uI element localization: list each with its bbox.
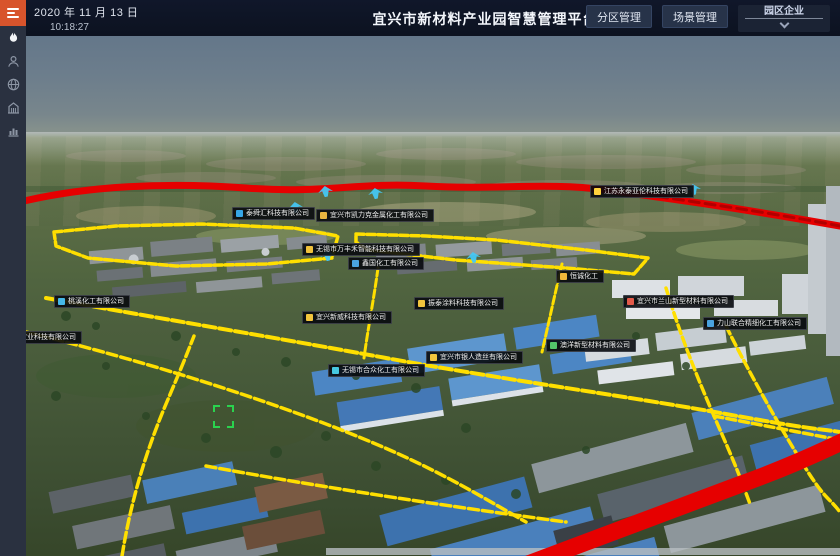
company-marker-icon — [332, 367, 339, 374]
company-label[interactable]: 宜兴市兰山新型材料有限公司 — [623, 295, 734, 308]
selection-corner — [227, 421, 234, 428]
company-marker-icon — [352, 260, 359, 267]
company-name: 鑫国化工有限公司 — [362, 257, 418, 270]
company-label[interactable]: 泰舜汇科技有限公司 — [232, 207, 315, 220]
top-navbar: 2020 年 11 月 13 日 10:18:27 宜兴市新材料产业园智慧管理平… — [26, 0, 840, 36]
dropdown-label: 园区企业 — [745, 5, 823, 19]
company-name: 宜兴市兰山新型材料有限公司 — [637, 295, 728, 308]
flame-icon[interactable] — [0, 27, 26, 49]
company-label[interactable]: 江苏永泰亚伦科技有限公司 — [590, 185, 694, 198]
company-label[interactable]: 无锡市万丰禾智能科技有限公司 — [302, 243, 420, 256]
company-name: 泰舜汇科技有限公司 — [246, 207, 309, 220]
chevron-down-icon — [779, 19, 789, 29]
company-marker-icon — [430, 354, 437, 361]
company-marker-icon — [627, 298, 634, 305]
company-label[interactable]: 恒诚化工 — [556, 270, 604, 283]
company-name: 振泰涂料科技有限公司 — [428, 297, 498, 310]
company-name: 力山联合精细化工有限公司 — [717, 317, 801, 330]
company-label[interactable]: 无锡市合众化工有限公司 — [328, 364, 425, 377]
company-label[interactable]: 力山联合精细化工有限公司 — [703, 317, 807, 330]
chart-icon[interactable] — [0, 119, 26, 141]
company-name: 澳洋新型材料有限公司 — [560, 339, 630, 352]
industrial-cluster-bottom-left — [41, 436, 337, 556]
buildings-right — [612, 186, 840, 356]
selection-corner — [213, 405, 220, 412]
company-name: 宜兴市凯力克金属化工有限公司 — [330, 209, 428, 222]
nav-actions: 分区管理 场景管理 园区企业 — [586, 5, 830, 32]
company-label[interactable]: 澳洋新型材料有限公司 — [546, 339, 636, 352]
company-marker-icon — [550, 342, 557, 349]
menu-icon[interactable] — [0, 0, 26, 26]
company-marker-icon — [306, 246, 313, 253]
company-marker-icon — [560, 273, 567, 280]
map-canvas[interactable]: 泰舜汇科技有限公司 宜兴市凯力克金属化工有限公司 无锡市万丰禾智能科技有限公司 … — [26, 36, 840, 556]
company-marker-icon — [418, 300, 425, 307]
company-marker-icon — [320, 212, 327, 219]
company-name: 宜兴农业科技有限公司 — [26, 331, 76, 344]
company-label[interactable]: 鑫国化工有限公司 — [348, 257, 424, 270]
company-marker-icon — [707, 320, 714, 327]
company-label[interactable]: 桃溪化工有限公司 — [54, 295, 130, 308]
company-marker-icon — [236, 210, 243, 217]
park-enterprise-dropdown[interactable]: 园区企业 — [738, 5, 830, 32]
partition-management-button[interactable]: 分区管理 — [586, 5, 652, 28]
company-label[interactable]: 宜兴市凯力克金属化工有限公司 — [316, 209, 434, 222]
company-name: 无锡市万丰禾智能科技有限公司 — [316, 243, 414, 256]
company-label[interactable]: 宜兴市银人造丝有限公司 — [426, 351, 523, 364]
globe-icon[interactable] — [0, 73, 26, 95]
user-icon[interactable] — [0, 50, 26, 72]
selection-corner — [227, 405, 234, 412]
factory-icon[interactable] — [0, 96, 26, 118]
company-label[interactable]: 宜兴新威科技有限公司 — [302, 311, 392, 324]
selection-corner — [213, 421, 220, 428]
smart-park-platform: 2020 年 11 月 13 日 10:18:27 宜兴市新材料产业园智慧管理平… — [0, 0, 840, 556]
company-name: 恒诚化工 — [570, 270, 598, 283]
company-marker-icon — [58, 298, 65, 305]
company-label[interactable]: 振泰涂料科技有限公司 — [414, 297, 504, 310]
company-label[interactable]: 宜兴农业科技有限公司 — [26, 331, 82, 344]
company-name: 无锡市合众化工有限公司 — [342, 364, 419, 377]
horizon-haze — [26, 132, 840, 166]
company-name: 桃溪化工有限公司 — [68, 295, 124, 308]
company-name: 宜兴市银人造丝有限公司 — [440, 351, 517, 364]
company-name: 宜兴新威科技有限公司 — [316, 311, 386, 324]
company-name: 江苏永泰亚伦科技有限公司 — [604, 185, 688, 198]
scene-management-button[interactable]: 场景管理 — [662, 5, 728, 28]
company-marker-icon — [594, 188, 601, 195]
company-marker-icon — [306, 314, 313, 321]
sidebar — [0, 0, 26, 556]
selection-box — [213, 405, 234, 428]
